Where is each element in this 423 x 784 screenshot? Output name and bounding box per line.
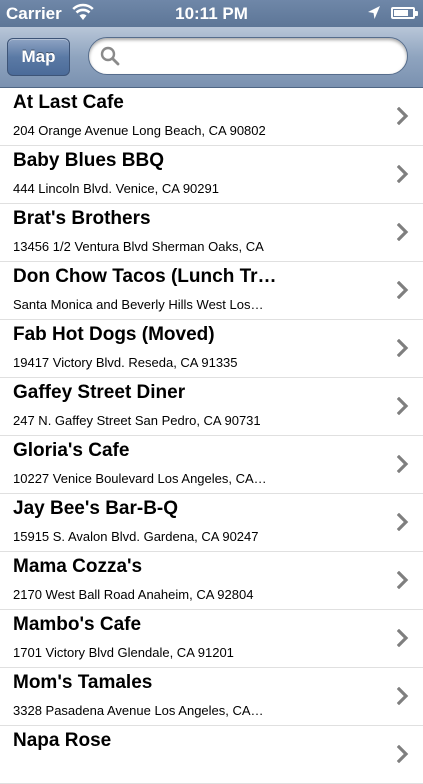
restaurant-address: 15915 S. Avalon Blvd. Gardena, CA 90247 xyxy=(13,529,259,544)
restaurant-name: At Last Cafe xyxy=(13,92,124,113)
chevron-right-icon xyxy=(396,164,409,188)
restaurant-name: Fab Hot Dogs (Moved) xyxy=(13,324,215,345)
search-icon xyxy=(100,46,120,71)
list-item[interactable]: Don Chow Tacos (Lunch Tr… Santa Monica an… xyxy=(0,262,423,320)
restaurant-address: 247 N. Gaffey Street San Pedro, CA 90731 xyxy=(13,413,261,428)
restaurant-address: 204 Orange Avenue Long Beach, CA 90802 xyxy=(13,123,266,138)
toolbar: Map xyxy=(0,27,423,88)
chevron-right-icon xyxy=(396,744,409,768)
list-item[interactable]: Baby Blues BBQ 444 Lincoln Blvd. Venice, … xyxy=(0,146,423,204)
restaurant-name: Jay Bee's Bar-B-Q xyxy=(13,498,179,519)
restaurant-address: 2170 West Ball Road Anaheim, CA 92804 xyxy=(13,587,254,602)
search-field[interactable] xyxy=(88,37,408,75)
chevron-right-icon xyxy=(396,222,409,246)
restaurant-name: Mom's Tamales xyxy=(13,672,153,693)
list-item[interactable]: Brat's Brothers 13456 1/2 Ventura Blvd Sh… xyxy=(0,204,423,262)
restaurant-address: 13456 1/2 Ventura Blvd Sherman Oaks, CA xyxy=(13,239,264,254)
restaurant-name: Mama Cozza's xyxy=(13,556,143,577)
restaurant-name: Gloria's Cafe xyxy=(13,440,130,461)
list-item[interactable]: Mambo's Cafe 1701 Victory Blvd Glendale, … xyxy=(0,610,423,668)
status-bar: Carrier 10:11 PM xyxy=(0,0,423,27)
chevron-right-icon xyxy=(396,338,409,362)
chevron-right-icon xyxy=(396,686,409,710)
restaurant-address: 3328 Pasadena Avenue Los Angeles, CA… xyxy=(13,703,264,718)
chevron-right-icon xyxy=(396,396,409,420)
restaurant-name: Gaffey Street Diner xyxy=(13,382,186,403)
restaurant-name: Don Chow Tacos (Lunch Tr… xyxy=(13,266,277,287)
chevron-right-icon xyxy=(396,280,409,304)
restaurant-name: Mambo's Cafe xyxy=(13,614,142,635)
list-item[interactable]: Mom's Tamales 3328 Pasadena Avenue Los An… xyxy=(0,668,423,726)
chevron-right-icon xyxy=(396,570,409,594)
list-item[interactable]: Jay Bee's Bar-B-Q 15915 S. Avalon Blvd. G… xyxy=(0,494,423,552)
search-input[interactable] xyxy=(123,44,397,70)
list-item[interactable]: Mama Cozza's 2170 West Ball Road Anaheim,… xyxy=(0,552,423,610)
location-arrow-icon xyxy=(367,5,381,26)
list-item[interactable]: Fab Hot Dogs (Moved) 19417 Victory Blvd. … xyxy=(0,320,423,378)
list-item[interactable]: Napa Rose xyxy=(0,726,423,784)
clock: 10:11 PM xyxy=(175,4,248,23)
list-item[interactable]: At Last Cafe 204 Orange Avenue Long Beach… xyxy=(0,88,423,146)
chevron-right-icon xyxy=(396,512,409,536)
restaurant-list: At Last Cafe 204 Orange Avenue Long Beach… xyxy=(0,88,423,784)
restaurant-name: Brat's Brothers xyxy=(13,208,151,229)
map-button[interactable]: Map xyxy=(7,38,70,76)
restaurant-address: 444 Lincoln Blvd. Venice, CA 90291 xyxy=(13,181,219,196)
restaurant-address: 1701 Victory Blvd Glendale, CA 91201 xyxy=(13,645,234,660)
chevron-right-icon xyxy=(396,628,409,652)
list-item[interactable]: Gaffey Street Diner 247 N. Gaffey Street … xyxy=(0,378,423,436)
battery-icon xyxy=(391,7,418,19)
list-item[interactable]: Gloria's Cafe 10227 Venice Boulevard Los … xyxy=(0,436,423,494)
restaurant-address: 19417 Victory Blvd. Reseda, CA 91335 xyxy=(13,355,238,370)
restaurant-name: Napa Rose xyxy=(13,730,112,751)
restaurant-name: Baby Blues BBQ xyxy=(13,150,164,171)
restaurant-address: 10227 Venice Boulevard Los Angeles, CA… xyxy=(13,471,267,486)
chevron-right-icon xyxy=(396,454,409,478)
restaurant-address: Santa Monica and Beverly Hills West Los… xyxy=(13,297,264,312)
chevron-right-icon xyxy=(396,106,409,130)
